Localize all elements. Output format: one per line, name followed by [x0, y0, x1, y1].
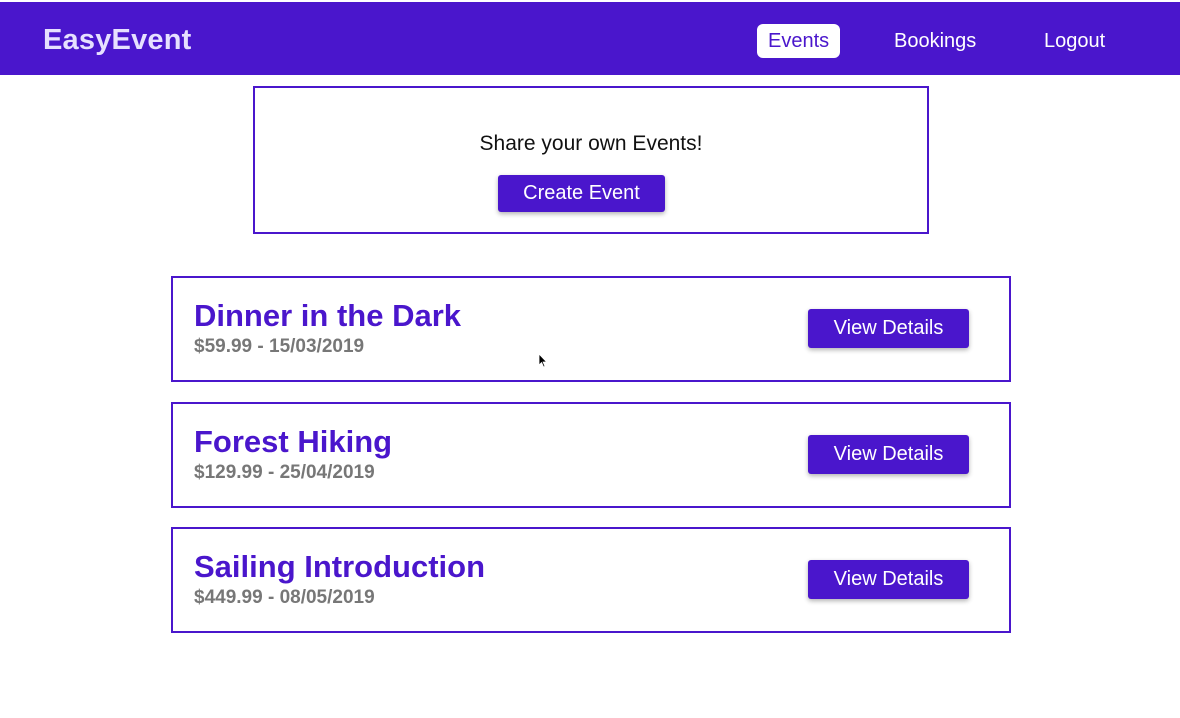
view-details-button[interactable]: View Details	[808, 560, 969, 599]
create-event-button[interactable]: Create Event	[498, 175, 665, 212]
event-card: Dinner in the Dark $59.99 - 15/03/2019 V…	[171, 276, 1011, 382]
event-card: Sailing Introduction $449.99 - 08/05/201…	[171, 527, 1011, 633]
event-title: Sailing Introduction	[194, 549, 486, 584]
event-card: Forest Hiking $129.99 - 25/04/2019 View …	[171, 402, 1011, 508]
brand-logo[interactable]: EasyEvent	[43, 24, 192, 57]
nav-bookings[interactable]: Bookings	[883, 24, 987, 58]
mouse-pointer-icon	[538, 353, 548, 368]
navigation-bar: EasyEvent Events Bookings Logout	[0, 2, 1180, 75]
view-details-button[interactable]: View Details	[808, 309, 969, 348]
event-title: Dinner in the Dark	[194, 298, 461, 333]
event-price-date: $59.99 - 15/03/2019	[194, 336, 365, 357]
view-details-button[interactable]: View Details	[808, 435, 969, 474]
create-event-prompt: Share your own Events!	[479, 132, 703, 155]
nav-logout[interactable]: Logout	[1033, 24, 1116, 58]
event-title: Forest Hiking	[194, 424, 393, 459]
event-price-date: $449.99 - 08/05/2019	[194, 587, 375, 608]
event-price-date: $129.99 - 25/04/2019	[194, 462, 375, 483]
nav-events[interactable]: Events	[757, 24, 841, 58]
create-event-panel: Share your own Events! Create Event	[253, 86, 929, 234]
